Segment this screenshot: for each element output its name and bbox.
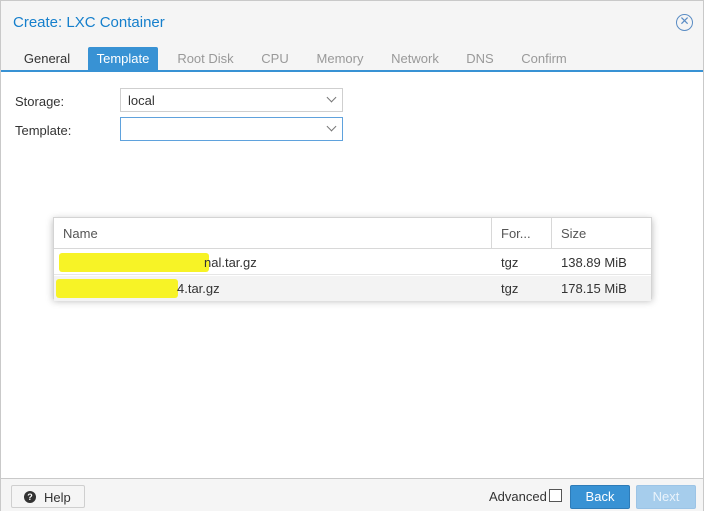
template-label: Template: [15, 123, 72, 138]
dialog-footer: ? Help Advanced Back Next [1, 478, 703, 511]
redaction-mark [56, 279, 178, 298]
storage-select[interactable]: local [120, 88, 343, 112]
tab-general[interactable]: General [14, 47, 80, 71]
template-picker-grid: Name For... Size nal.tar.gz tgz 138.89 M… [53, 217, 652, 301]
create-lxc-dialog: Create: LXC Container ✕ General Template… [0, 0, 704, 511]
advanced-checkbox[interactable] [549, 489, 562, 502]
chevron-down-icon[interactable] [326, 92, 337, 103]
template-name: 4.tar.gz [177, 281, 220, 296]
tab-confirm[interactable]: Confirm [513, 47, 575, 71]
template-name: nal.tar.gz [204, 255, 257, 270]
column-header-name[interactable]: Name [54, 218, 492, 249]
help-label: Help [44, 490, 71, 505]
tab-network[interactable]: Network [384, 47, 446, 71]
chevron-down-icon[interactable] [326, 121, 337, 132]
tab-template[interactable]: Template [88, 47, 158, 71]
help-button[interactable]: ? Help [11, 485, 85, 508]
dialog-title: Create: LXC Container [13, 14, 165, 31]
back-button[interactable]: Back [570, 485, 630, 509]
question-icon: ? [24, 491, 36, 503]
storage-label: Storage: [15, 94, 65, 109]
table-row[interactable]: nal.tar.gz tgz 138.89 MiB [54, 250, 651, 275]
template-size: 138.89 MiB [561, 255, 627, 270]
tab-dns[interactable]: DNS [457, 47, 503, 71]
template-format: tgz [501, 255, 519, 270]
template-select[interactable] [120, 117, 343, 141]
column-header-format[interactable]: For... [492, 218, 552, 249]
dialog-titlebar: Create: LXC Container ✕ [1, 1, 703, 41]
template-size: 178.15 MiB [561, 281, 627, 296]
storage-value: local [128, 93, 155, 108]
advanced-label: Advanced [489, 489, 547, 504]
table-row[interactable]: 4.tar.gz tgz 178.15 MiB [54, 276, 651, 301]
grid-header: Name For... Size [54, 218, 651, 249]
wizard-tabbar: General Template Root Disk CPU Memory Ne… [1, 41, 703, 72]
tab-underline [1, 70, 703, 72]
template-format: tgz [501, 281, 519, 296]
tab-cpu[interactable]: CPU [254, 47, 296, 71]
column-header-size[interactable]: Size [552, 218, 651, 249]
tab-memory[interactable]: Memory [307, 47, 373, 71]
next-button[interactable]: Next [636, 485, 696, 509]
close-icon[interactable]: ✕ [676, 14, 693, 31]
redaction-mark [59, 253, 209, 272]
tab-root-disk[interactable]: Root Disk [169, 47, 242, 71]
